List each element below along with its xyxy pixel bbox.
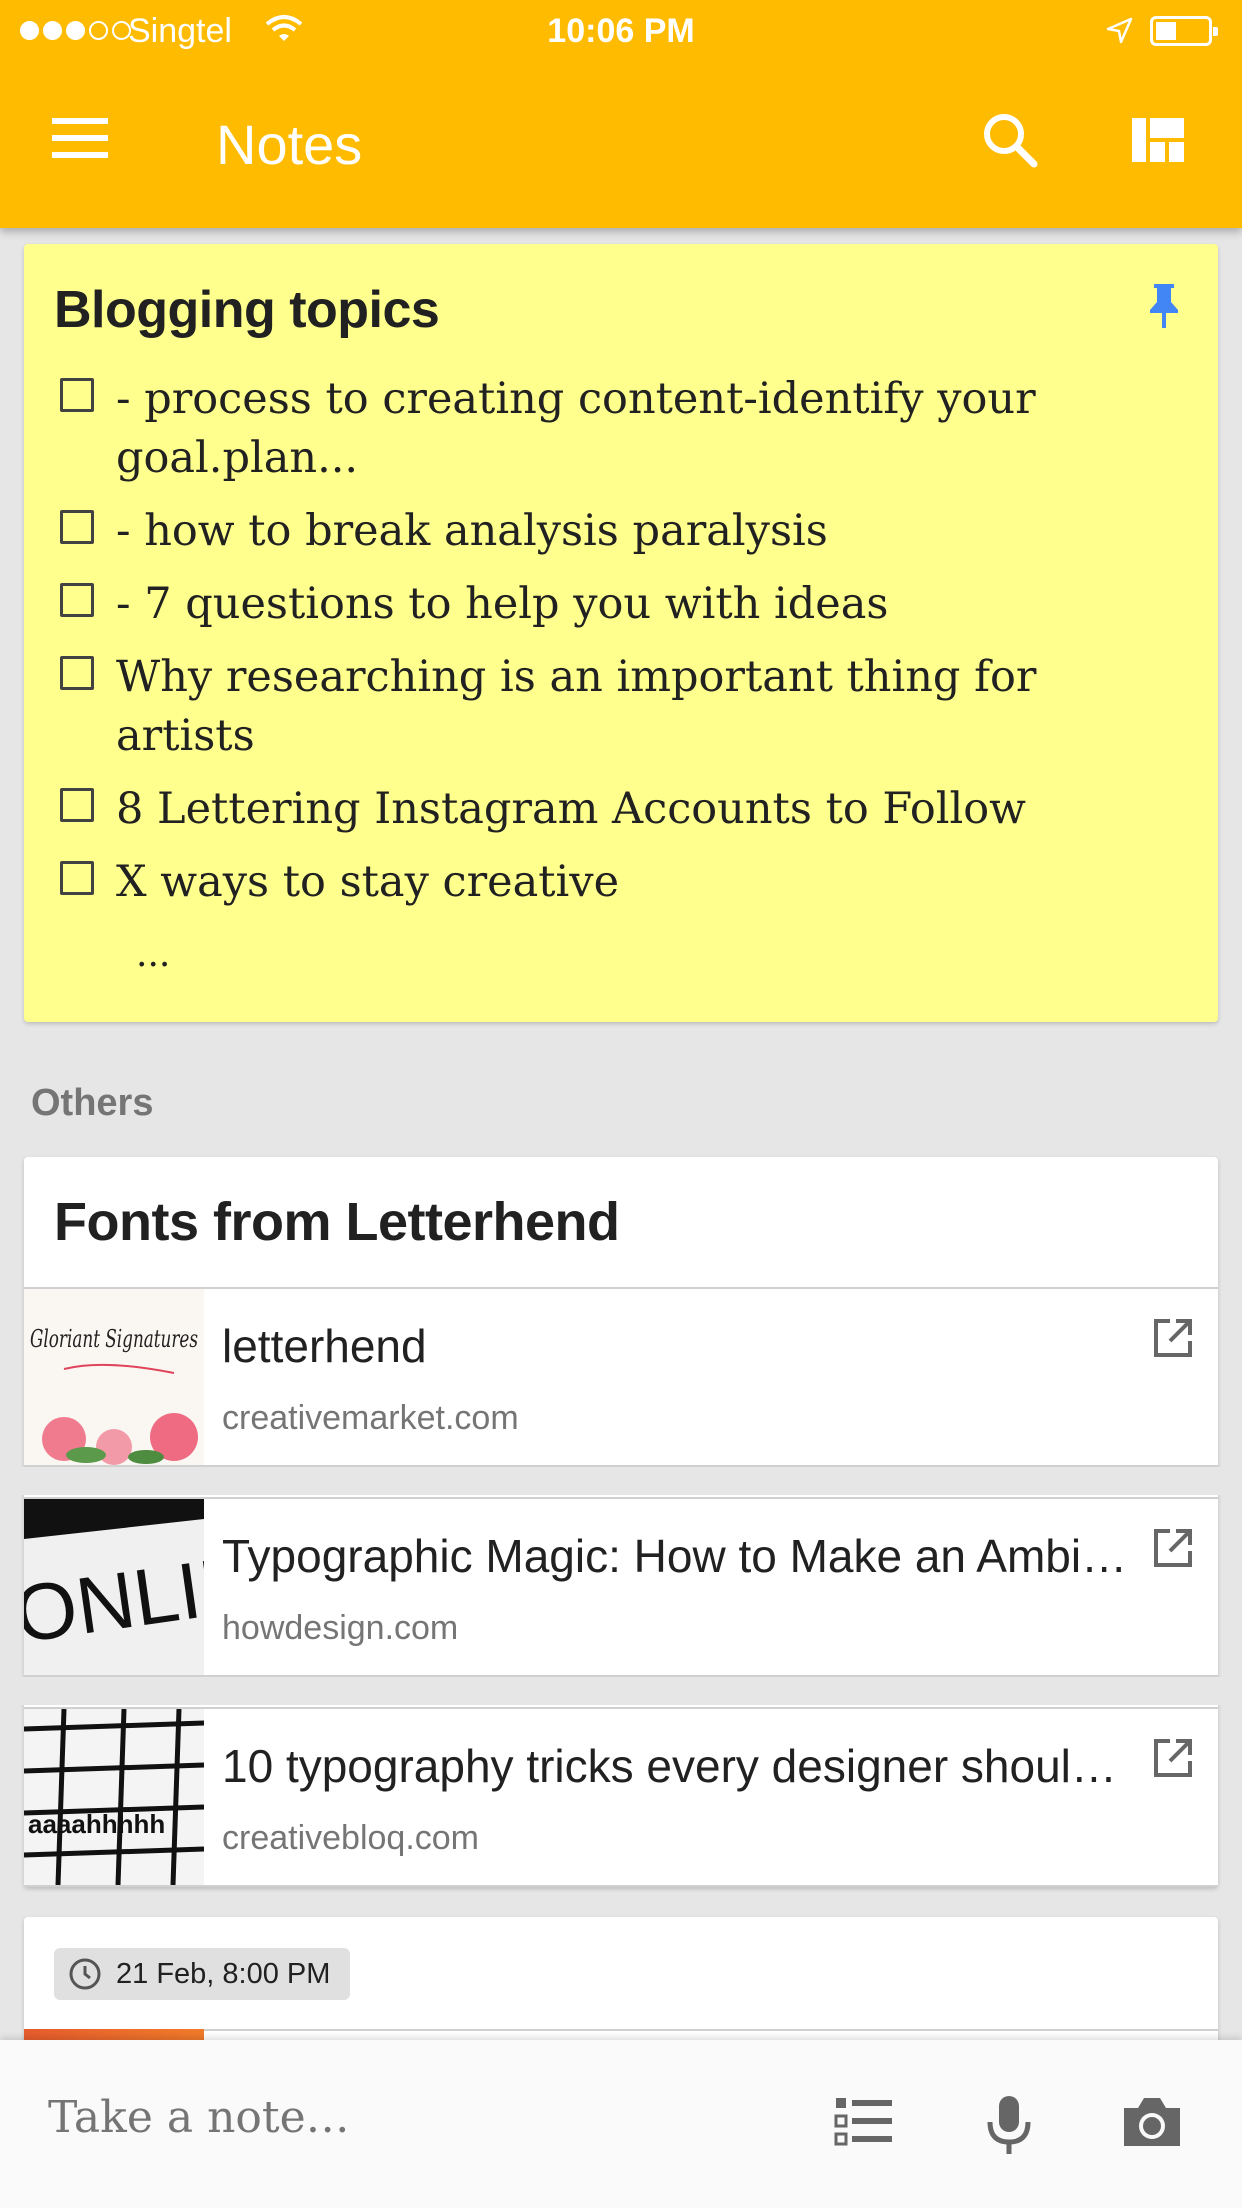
status-bar: Singtel 10:06 PM [0,0,1242,62]
location-arrow-icon [1106,17,1133,44]
checklist-item[interactable]: X ways to stay creative [60,853,1170,912]
checklist-item-text: - how to break analysis paralysis [116,506,828,556]
card-gap [0,1467,1242,1495]
link-thumbnail: ONLINE [24,1499,204,1675]
checkbox[interactable] [60,861,94,895]
link-domain: creativemarket.com [222,1399,519,1437]
clock-icon [69,1958,101,1990]
take-note-input[interactable]: Take a note… [48,2092,350,2143]
checklist-item[interactable]: - 7 questions to help you with ideas [60,575,1170,634]
fonts-note-card[interactable]: Fonts from Letterhend Gloriant Signature… [0,1157,1242,1887]
page-title: Notes [216,113,363,176]
link-preview[interactable]: aaaahhhhh 10 typography tricks every des… [24,1707,1218,1887]
checklist-item[interactable]: - how to break analysis paralysis [60,502,1170,561]
status-time: 10:06 PM [547,12,695,50]
link-domain: howdesign.com [222,1609,459,1647]
link-preview[interactable]: Gloriant Signatures letterhend creativem… [24,1287,1218,1467]
menu-button[interactable] [52,118,116,168]
note-title: Blogging topics [54,281,440,339]
link-preview[interactable]: ONLINE Typographic Magic: How to Make an… [24,1497,1218,1677]
checkbox[interactable] [60,378,94,412]
link-thumbnail: Gloriant Signatures [24,1289,204,1465]
link-title: Typographic Magic: How to Make an Ambigr… [222,1530,1132,1582]
link-title: 10 typography tricks every designer shou… [222,1740,1132,1792]
link-domain: creativebloq.com [222,1819,480,1857]
search-icon[interactable] [980,110,1042,172]
checklist-item-text: Why researching is an important thing fo… [116,652,1037,761]
checklist-item[interactable]: - process to creating content-identify y… [60,370,1170,488]
checklist-item[interactable]: Why researching is an important thing fo… [60,648,1170,766]
link-title: letterhend [222,1320,427,1372]
thumbnail-lettering: Gloriant Signatures [30,1325,198,1353]
checklist-item-text: - process to creating content-identify y… [116,374,1036,483]
checklist-item-text: - 7 questions to help you with ideas [116,579,889,629]
app-header: Singtel 10:06 PM Notes [0,0,1242,228]
camera-icon[interactable] [1120,2094,1184,2150]
checklist: - process to creating content-identify y… [60,370,1170,926]
note-title: Fonts from Letterhend [54,1192,620,1252]
open-external-icon[interactable] [1152,1317,1194,1359]
checklist-item-text: X ways to stay creative [116,857,620,907]
open-external-icon[interactable] [1152,1737,1194,1779]
checkbox[interactable] [60,583,94,617]
checkbox[interactable] [60,656,94,690]
checklist-item[interactable]: 8 Lettering Instagram Accounts to Follow [60,780,1170,839]
others-section-label: Others [31,1082,154,1124]
more-items-indicator: ... [136,934,171,975]
battery-icon [1150,16,1218,46]
pin-icon[interactable] [1146,282,1182,330]
checkbox[interactable] [60,788,94,822]
grid-view-icon[interactable] [1130,116,1186,164]
thumbnail-lettering: aaaahhhhh [28,1809,165,1839]
reminder-time: 21 Feb, 8:00 PM [116,1957,331,1990]
list-icon[interactable] [834,2094,894,2150]
divider [204,2029,1218,2031]
open-external-icon[interactable] [1152,1527,1194,1569]
reminder-chip[interactable]: 21 Feb, 8:00 PM [54,1948,350,2000]
card-gap [0,1677,1242,1705]
mic-icon[interactable] [984,2094,1034,2156]
link-thumbnail: aaaahhhhh [24,1709,204,1885]
pinned-note-card[interactable]: Blogging topics - process to creating co… [24,244,1218,1022]
checklist-item-text: 8 Lettering Instagram Accounts to Follow [116,784,1026,834]
checkbox[interactable] [60,510,94,544]
bottom-bar: Take a note… [0,2040,1242,2208]
